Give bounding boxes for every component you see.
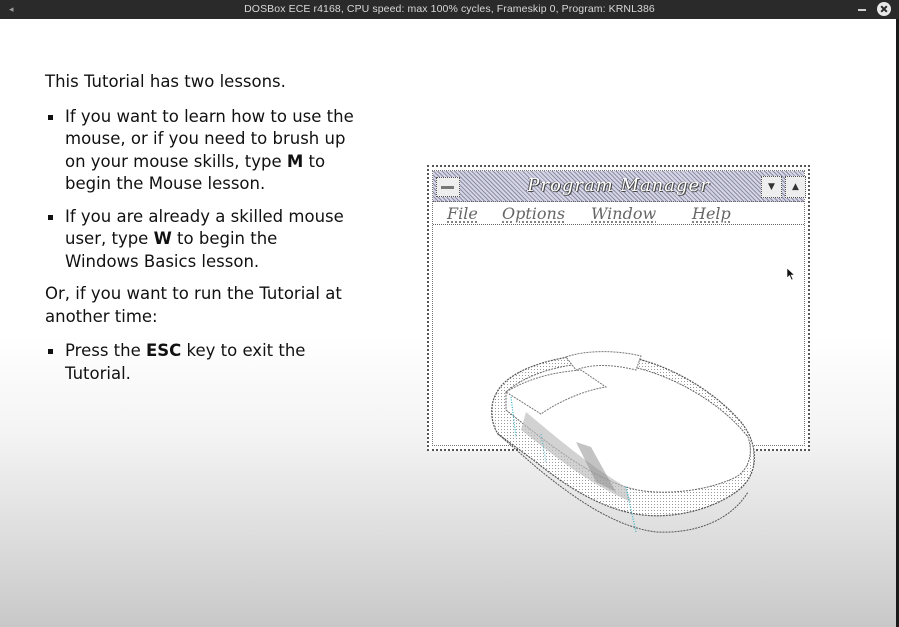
program-manager-menubar: File Options Window Help [433,202,804,225]
menu-help: Help [692,204,731,223]
mouse-lesson-bullet: If you want to learn how to use the mous… [45,106,375,196]
mouse-cursor-icon [786,267,796,281]
or-text: Or, if you want to run the Tutorial at a… [45,284,342,326]
bullet-icon [48,214,53,220]
menu-window: Window [591,204,657,223]
windows-lesson-bullet: If you are already a skilled mouse user,… [45,206,375,274]
program-manager-title: Program Manager [527,175,710,196]
program-manager-titlebar: Program Manager ▼ ▲ [433,171,806,202]
key-w: W [153,229,172,248]
window-title: DOSBox ECE r4168, CPU speed: max 100% cy… [244,3,655,15]
menu-file: File [447,204,478,223]
close-icon[interactable] [877,2,891,16]
tutorial-text: This Tutorial has two lessons. If you wa… [45,71,375,395]
maximize-icon: ▲ [785,176,806,198]
menu-options: Options [502,204,566,223]
bullet-icon [48,114,53,120]
intro-text: This Tutorial has two lessons. [45,72,286,91]
bullet-icon [48,349,53,354]
minimize-icon[interactable] [856,3,868,15]
mouse-illustration [491,351,755,533]
exit-bullet: Press the ESC key to exit the Tutorial. [45,340,375,385]
key-esc: ESC [146,341,182,360]
minimize-icon: ▼ [761,176,782,198]
dosbox-titlebar: ◂ DOSBox ECE r4168, CPU speed: max 100% … [0,0,899,19]
key-m: M [286,151,304,171]
